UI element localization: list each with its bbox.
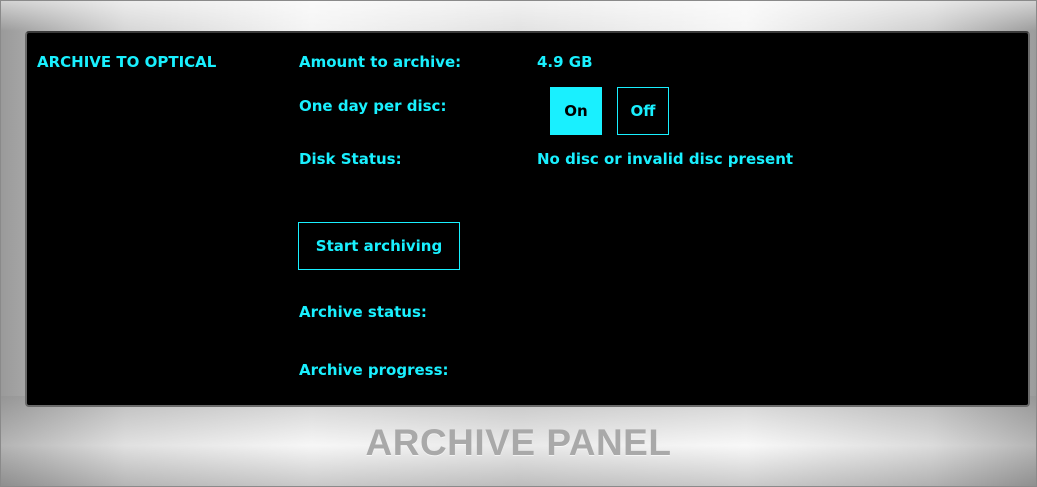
archive-progress-label: Archive progress:: [299, 361, 449, 379]
panel-title: ARCHIVE PANEL: [365, 422, 672, 463]
archive-status-label: Archive status:: [299, 303, 427, 321]
archive-screen: ARCHIVE TO OPTICAL Amount to archive: 4.…: [25, 31, 1030, 407]
one-day-per-disc-off-button[interactable]: Off: [617, 87, 669, 135]
archive-panel-bezel: ARCHIVE TO OPTICAL Amount to archive: 4.…: [0, 0, 1037, 487]
disk-status-label: Disk Status:: [299, 150, 402, 168]
disk-status-value: No disc or invalid disc present: [537, 150, 794, 168]
section-title: ARCHIVE TO OPTICAL: [37, 53, 217, 71]
amount-to-archive-value: 4.9 GB: [537, 53, 593, 71]
start-archiving-button[interactable]: Start archiving: [298, 222, 460, 270]
one-day-per-disc-label: One day per disc:: [299, 97, 447, 115]
amount-to-archive-label: Amount to archive:: [299, 53, 462, 71]
bezel-highlight: [1, 1, 1036, 31]
one-day-per-disc-on-button[interactable]: On: [550, 87, 602, 135]
